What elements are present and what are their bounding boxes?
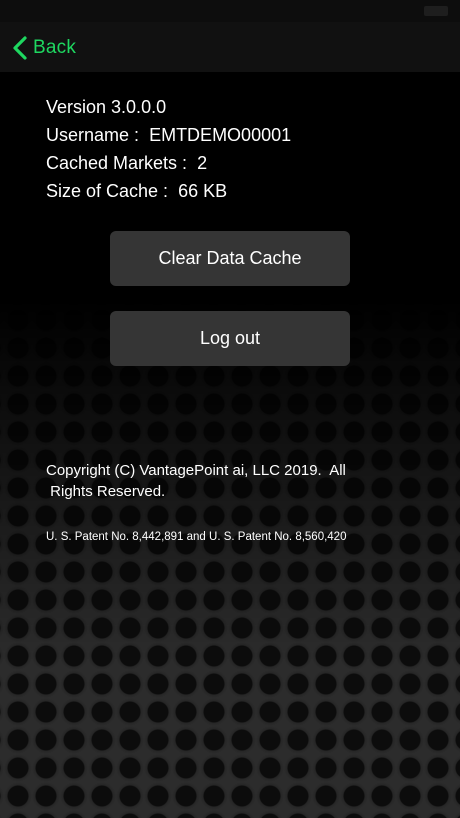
- chevron-left-icon: [12, 35, 28, 61]
- username-value: EMTDEMO00001: [149, 125, 292, 145]
- clear-data-cache-button[interactable]: Clear Data Cache: [110, 231, 350, 286]
- cached-markets-label: Cached Markets :: [46, 153, 188, 173]
- username-row: Username : EMTDEMO00001: [46, 121, 291, 149]
- log-out-button[interactable]: Log out: [110, 311, 350, 366]
- app-info: Version 3.0.0.0 Username : EMTDEMO00001 …: [46, 93, 291, 205]
- cached-markets-value: 2: [197, 153, 208, 173]
- settings-screen: Back Version 3.0.0.0 Username : EMTDEMO0…: [0, 0, 460, 818]
- background-pattern: [0, 300, 460, 818]
- navigation-bar: Back: [0, 22, 460, 72]
- battery-icon: [424, 6, 448, 16]
- cache-size-row: Size of Cache : 66 KB: [46, 177, 291, 205]
- status-bar: [0, 0, 460, 22]
- back-button[interactable]: Back: [12, 33, 76, 63]
- patent-text: U. S. Patent No. 8,442,891 and U. S. Pat…: [46, 531, 347, 543]
- copyright-text: Copyright (C) VantagePoint ai, LLC 2019.…: [46, 462, 346, 500]
- cached-markets-row: Cached Markets : 2: [46, 149, 291, 177]
- back-label: Back: [33, 37, 77, 58]
- username-label: Username :: [46, 125, 140, 145]
- cache-size-value: 66 KB: [178, 181, 228, 201]
- version-text: Version 3.0.0.0: [46, 97, 167, 117]
- cache-size-label: Size of Cache :: [46, 181, 169, 201]
